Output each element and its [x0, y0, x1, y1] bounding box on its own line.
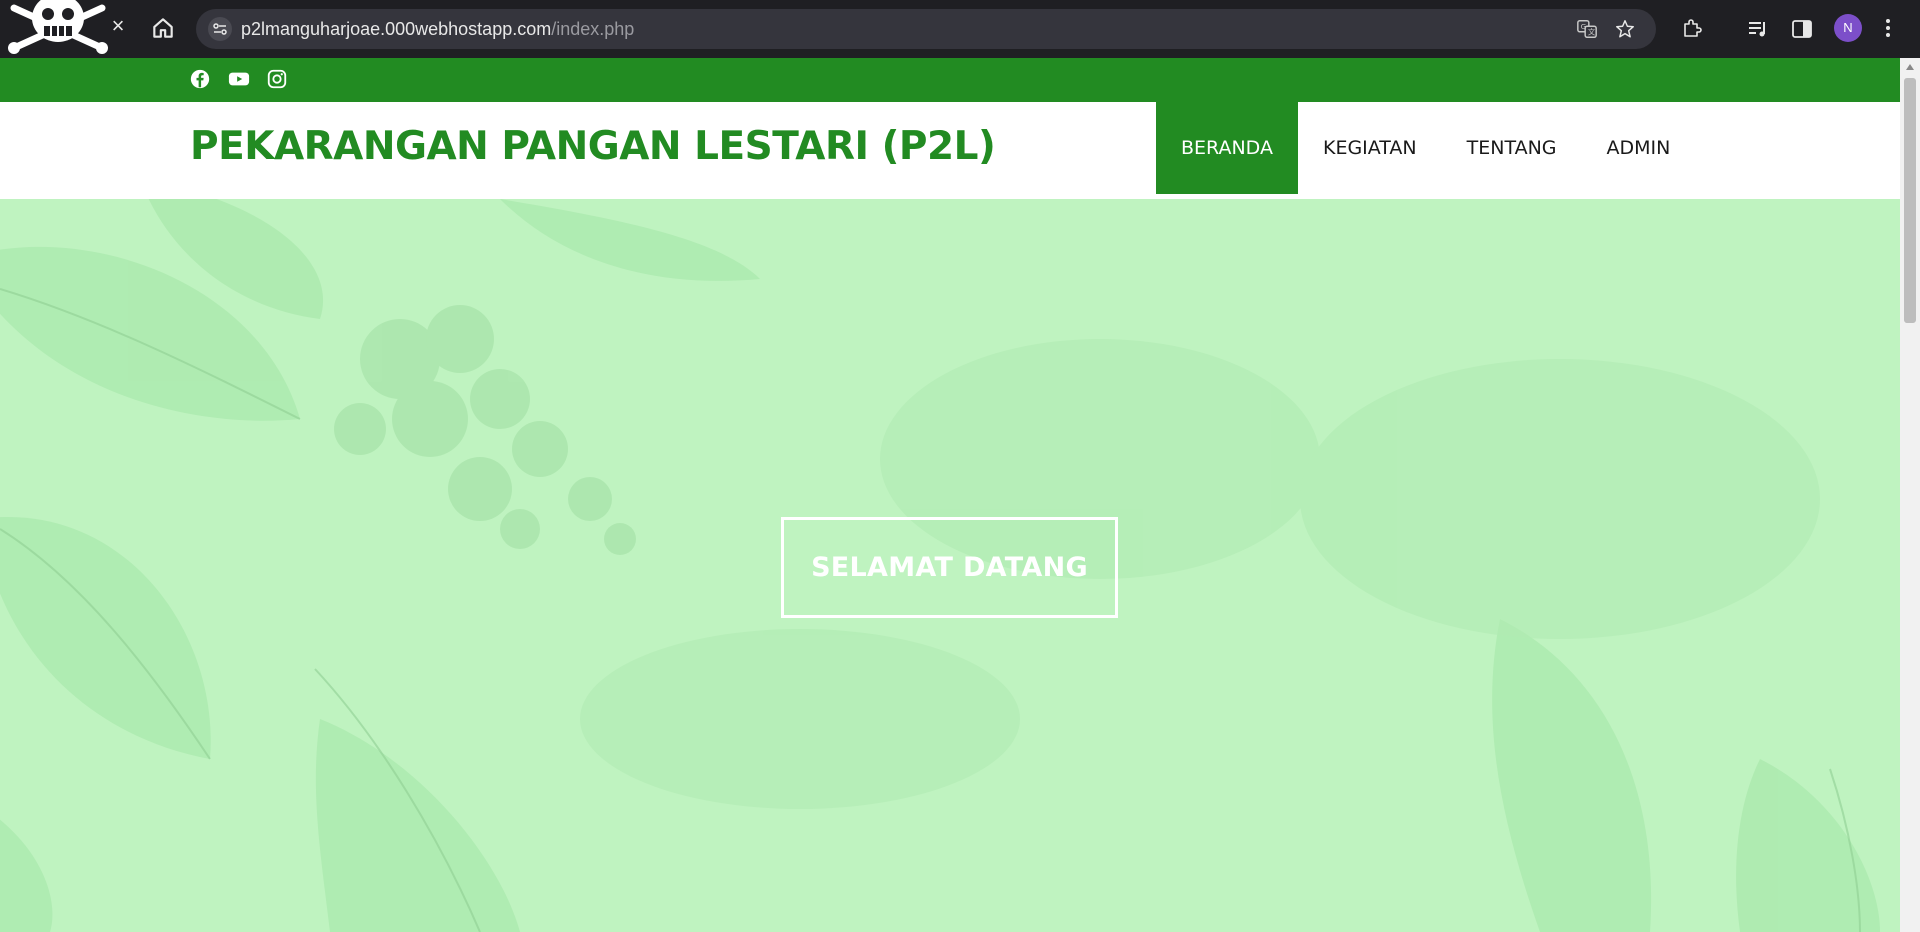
- facebook-icon[interactable]: [189, 68, 211, 90]
- social-bar: [0, 58, 1900, 102]
- translate-icon[interactable]: G 文: [1576, 18, 1598, 40]
- menu-kebab-icon[interactable]: [1884, 16, 1892, 40]
- media-controls-icon[interactable]: [1746, 17, 1770, 41]
- nav-item-beranda[interactable]: BERANDA: [1156, 102, 1298, 194]
- browser-toolbar: × p2lmanguharjoae.000webhostapp.com/inde…: [0, 0, 1920, 58]
- pirate-skull-icon: [8, 0, 108, 54]
- page-scrollbar[interactable]: [1900, 58, 1920, 932]
- svg-text:文: 文: [1588, 28, 1596, 37]
- main-nav: BERANDA KEGIATAN TENTANG ADMIN: [1156, 102, 1695, 194]
- url-text[interactable]: p2lmanguharjoae.000webhostapp.com/index.…: [241, 19, 634, 40]
- site-header: PEKARANGAN PANGAN LESTARI (P2L) BERANDA …: [0, 102, 1900, 199]
- profile-avatar[interactable]: N: [1834, 14, 1862, 42]
- side-panel-icon[interactable]: [1790, 17, 1814, 41]
- bookmark-star-icon[interactable]: [1614, 18, 1636, 40]
- nav-item-kegiatan[interactable]: KEGIATAN: [1298, 102, 1442, 194]
- welcome-banner[interactable]: SELAMAT DATANG: [781, 517, 1118, 618]
- site-title[interactable]: PEKARANGAN PANGAN LESTARI (P2L): [190, 124, 996, 169]
- hero-section: SELAMAT DATANG: [0, 199, 1900, 932]
- svg-text:G: G: [1581, 22, 1587, 31]
- nav-item-admin[interactable]: ADMIN: [1582, 102, 1696, 194]
- extensions-icon[interactable]: [1680, 17, 1704, 41]
- home-icon[interactable]: [150, 15, 176, 41]
- site-info-icon[interactable]: [208, 17, 232, 41]
- welcome-text: SELAMAT DATANG: [811, 552, 1088, 583]
- scroll-up-arrow-icon[interactable]: [1906, 64, 1914, 70]
- instagram-icon[interactable]: [266, 68, 288, 90]
- url-path: /index.php: [551, 19, 635, 39]
- scrollbar-thumb[interactable]: [1904, 78, 1916, 323]
- youtube-icon[interactable]: [227, 68, 251, 90]
- close-icon[interactable]: ×: [108, 15, 128, 37]
- url-domain: p2lmanguharjoae.000webhostapp.com: [241, 19, 552, 39]
- address-bar[interactable]: p2lmanguharjoae.000webhostapp.com/index.…: [196, 9, 1656, 49]
- nav-item-tentang[interactable]: TENTANG: [1442, 102, 1582, 194]
